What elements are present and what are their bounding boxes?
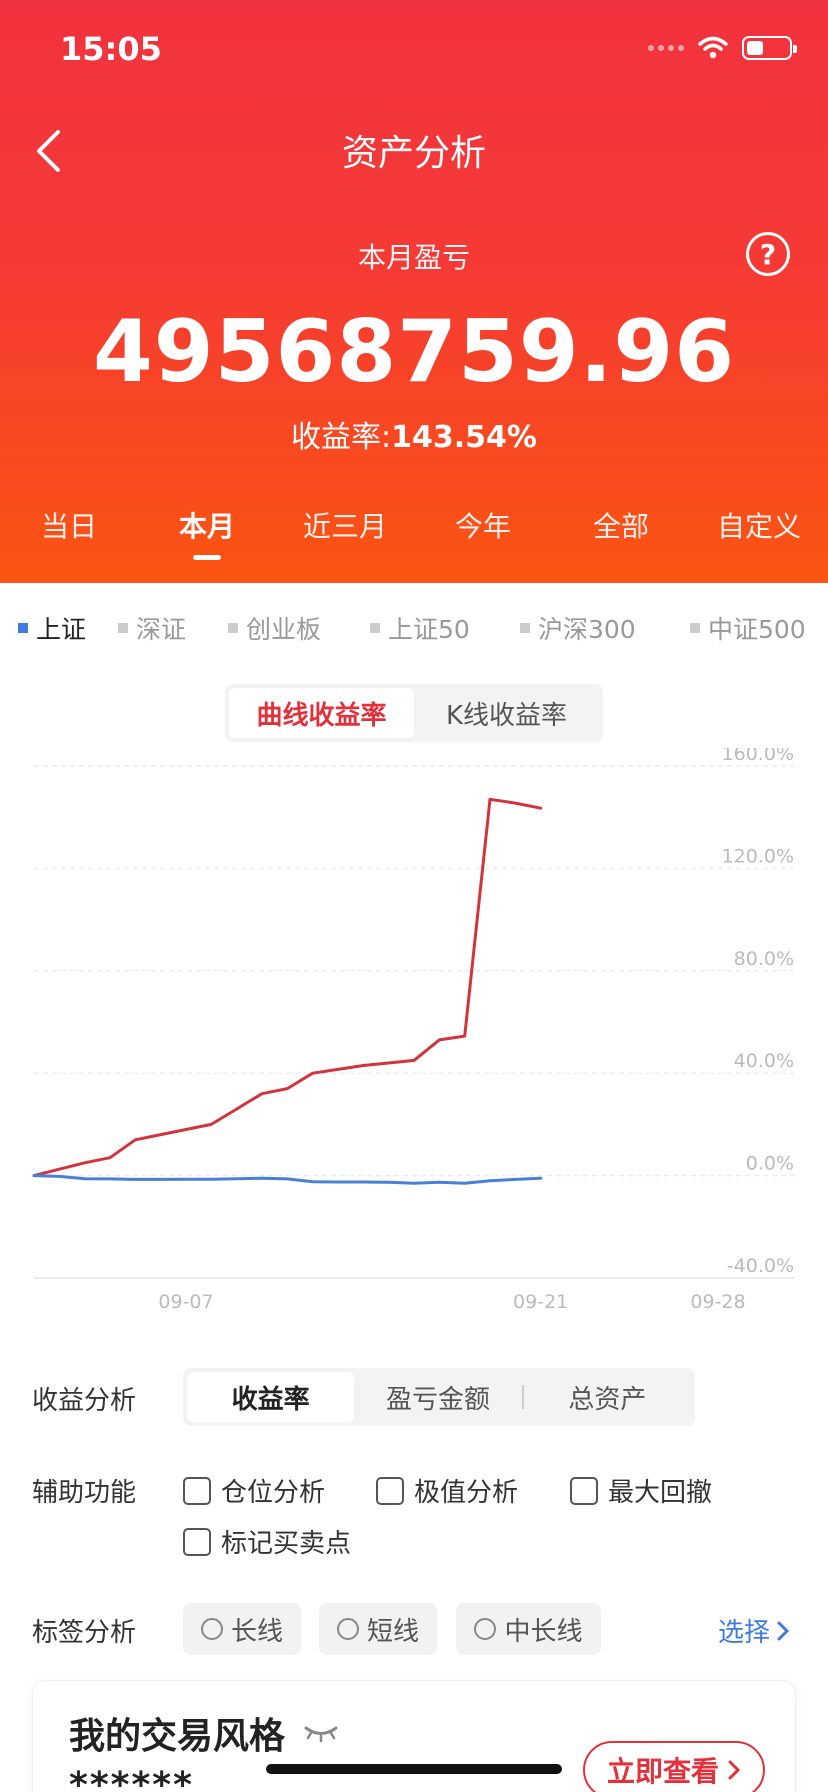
tab-three-months[interactable]: 近三月 <box>276 505 414 575</box>
index-label: 沪深300 <box>538 615 636 644</box>
curve-return-button[interactable]: 曲线收益率 <box>229 688 414 738</box>
index-csi500[interactable]: 中证500 <box>690 610 806 646</box>
x-tick-label: 09-07 <box>158 1291 213 1313</box>
checkbox-label: 极值分析 <box>414 1478 519 1508</box>
aux-functions-label: 辅助功能 <box>32 1478 137 1508</box>
index-szse[interactable]: 深证 <box>118 610 186 646</box>
kline-return-button[interactable]: K线收益率 <box>414 688 599 738</box>
period-profit-label: 本月盈亏 <box>357 241 470 274</box>
tab-this-month[interactable]: 本月 <box>138 505 276 575</box>
trading-style-card: 我的交易风格 ****** 立即查看 <box>32 1680 796 1792</box>
trading-style-title: 我的交易风格 <box>69 1707 339 1759</box>
tag-label: 长线 <box>230 1616 283 1647</box>
tag-analysis-label: 标签分析 <box>32 1618 137 1648</box>
index-dot <box>228 623 238 633</box>
tab-total-assets[interactable]: 总资产 <box>524 1372 691 1422</box>
question-icon: ? <box>759 237 777 271</box>
return-rate-value: 143.54% <box>391 420 537 455</box>
chevron-right-icon <box>728 1760 741 1780</box>
y-tick-label: 160.0% <box>722 748 794 765</box>
profit-analysis-tabs: 收益率 盈亏金额 总资产 <box>183 1368 695 1426</box>
tab-custom[interactable]: 自定义 <box>690 505 828 575</box>
index-sse50[interactable]: 上证50 <box>370 610 470 646</box>
index-dot <box>690 623 700 633</box>
status-icons <box>648 36 797 60</box>
index-csi300[interactable]: 沪深300 <box>520 610 636 646</box>
y-tick-label: 40.0% <box>734 1050 794 1072</box>
trading-style-title-text: 我的交易风格 <box>69 1716 286 1757</box>
max-drawdown-checkbox[interactable]: 最大回撤 <box>570 1472 712 1509</box>
checkbox-icon <box>183 1527 211 1556</box>
chevron-right-icon <box>777 1621 790 1640</box>
checkbox-label: 最大回撤 <box>608 1478 713 1508</box>
help-button[interactable]: ? <box>746 232 790 276</box>
index-dot <box>370 623 380 633</box>
tab-return-rate[interactable]: 收益率 <box>187 1372 355 1422</box>
view-now-label: 立即查看 <box>606 1755 719 1788</box>
index-label: 深证 <box>136 615 187 644</box>
y-tick-label: 0.0% <box>746 1153 794 1175</box>
radio-icon <box>200 1618 223 1640</box>
signal-icon <box>648 45 684 51</box>
checkbox-label: 仓位分析 <box>221 1478 326 1508</box>
return-rate: 收益率:143.54% <box>0 412 828 456</box>
y-tick-label: 120.0% <box>722 845 794 867</box>
index-dot <box>520 623 530 633</box>
index-label: 中证500 <box>708 615 806 644</box>
x-tick-label: 09-21 <box>513 1291 568 1313</box>
tab-all[interactable]: 全部 <box>552 505 690 575</box>
radio-icon <box>336 1618 359 1640</box>
index-label: 上证 <box>36 615 87 644</box>
radio-icon <box>474 1618 497 1640</box>
checkbox-label: 标记买卖点 <box>221 1529 352 1559</box>
tab-profit-amount[interactable]: 盈亏金额 <box>354 1372 521 1422</box>
trading-style-masked: ****** <box>69 1765 194 1792</box>
tag-mid-long-term[interactable]: 中长线 <box>456 1603 601 1655</box>
index-label: 创业板 <box>246 615 322 644</box>
select-link-label: 选择 <box>717 1618 770 1648</box>
home-indicator <box>266 1764 562 1774</box>
tag-label: 中长线 <box>504 1616 583 1647</box>
extreme-analysis-checkbox[interactable]: 极值分析 <box>376 1472 518 1509</box>
index-chinext[interactable]: 创业板 <box>228 610 321 646</box>
eye-closed-icon[interactable] <box>303 1723 339 1743</box>
index-dot <box>118 623 128 633</box>
y-tick-label: -40.0% <box>727 1255 794 1277</box>
tag-long-term[interactable]: 长线 <box>183 1603 301 1655</box>
portfolio-return-line <box>32 797 543 1178</box>
header-area: 15:05 资产分析 本月盈亏 ? 49568759.96 收益率:143.54… <box>0 0 828 583</box>
period-tabs: 当日 本月 近三月 今年 全部 自定义 <box>0 505 828 575</box>
select-tags-link[interactable]: 选择 <box>718 1612 790 1649</box>
profit-amount: 49568759.96 <box>92 302 736 402</box>
wifi-icon <box>698 36 728 59</box>
profit-analysis-label: 收益分析 <box>32 1386 137 1416</box>
index-sse[interactable]: 上证 <box>18 610 86 646</box>
checkbox-icon <box>183 1476 211 1505</box>
checkbox-icon <box>376 1476 404 1505</box>
position-analysis-checkbox[interactable]: 仓位分析 <box>183 1472 325 1509</box>
tag-short-term[interactable]: 短线 <box>319 1603 437 1655</box>
battery-icon <box>742 36 797 60</box>
y-tick-label: 80.0% <box>734 948 794 970</box>
return-chart: 160.0% 120.0% 80.0% 40.0% 0.0% -40.0% 09-07 09-… <box>32 748 794 1313</box>
page-title: 资产分析 <box>341 133 486 174</box>
return-rate-label: 收益率: <box>291 420 392 455</box>
tag-label: 短线 <box>366 1616 419 1647</box>
tab-this-year[interactable]: 今年 <box>414 505 552 575</box>
index-selector: 上证 深证 创业板 上证50 沪深300 中证500 <box>0 608 828 648</box>
x-tick-label: 09-28 <box>690 1291 745 1313</box>
index-return-line <box>32 1174 543 1185</box>
view-now-button[interactable]: 立即查看 <box>583 1741 765 1792</box>
checkbox-icon <box>570 1476 598 1505</box>
status-time: 15:05 <box>60 30 162 68</box>
trade-points-checkbox[interactable]: 标记买卖点 <box>183 1523 351 1560</box>
index-dot <box>18 623 28 633</box>
index-label: 上证50 <box>388 615 470 644</box>
tab-today[interactable]: 当日 <box>0 505 138 575</box>
curve-type-toggle: 曲线收益率 K线收益率 <box>225 684 603 742</box>
